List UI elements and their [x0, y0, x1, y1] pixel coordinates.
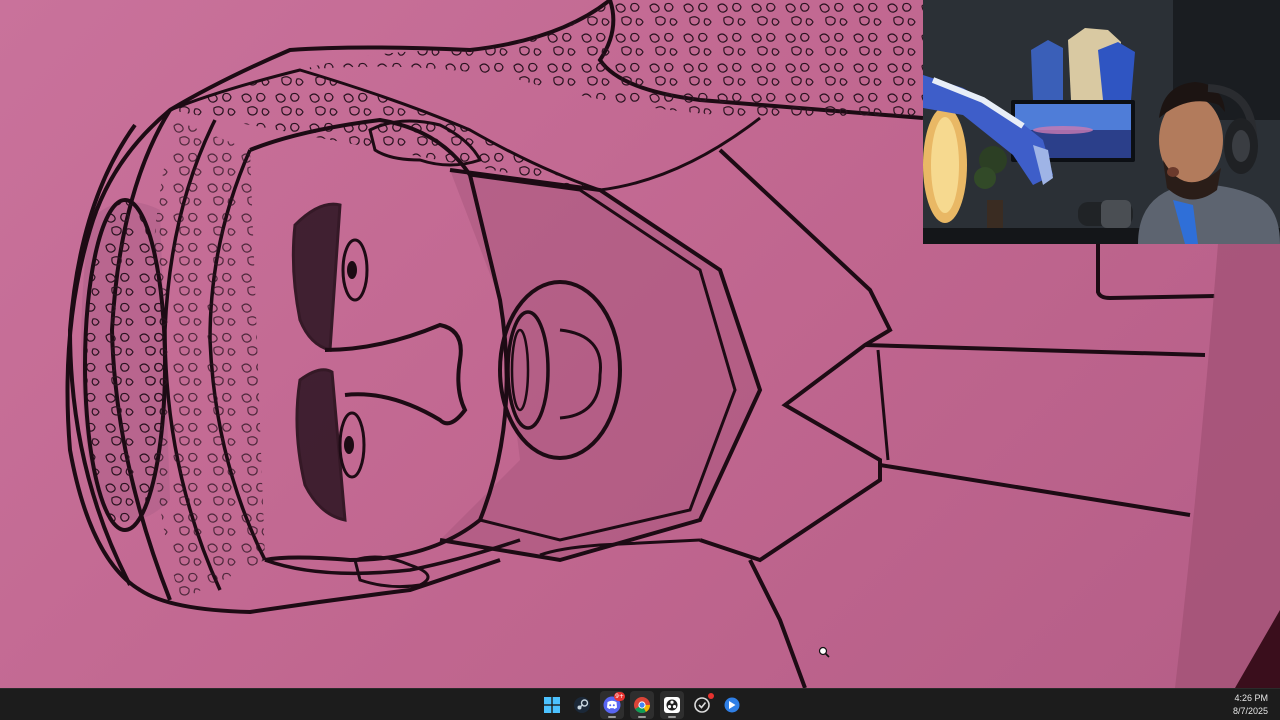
chrome-icon [634, 697, 650, 713]
taskbar-app-7-button[interactable] [720, 691, 744, 719]
system-clock[interactable]: 4:26 PM 8/7/2025 [1233, 692, 1268, 718]
taskbar: 9+ 4:26 PM 8/7/2025 [0, 688, 1280, 720]
steam-icon [574, 697, 590, 713]
taskbar-steam-button[interactable] [570, 691, 594, 719]
taskbar-chrome-button[interactable] [630, 691, 654, 719]
zoom-cursor-icon [818, 646, 830, 658]
clock-time: 4:26 PM [1234, 693, 1268, 703]
webcam-feed [923, 0, 1280, 244]
windows-logo-icon [544, 697, 560, 713]
app-icon [724, 697, 740, 713]
webcam-overlay [923, 0, 1280, 244]
app-icon [694, 697, 710, 713]
app-6-notification-dot [708, 693, 714, 699]
taskbar-discord-button[interactable]: 9+ [600, 691, 625, 719]
start-button[interactable] [540, 691, 564, 719]
clock-date: 8/7/2025 [1232, 706, 1268, 716]
discord-notification-badge: 9+ [614, 692, 625, 701]
taskbar-apps: 9+ [540, 689, 744, 720]
taskbar-app-6-button[interactable] [690, 691, 714, 719]
desktop-screen: 9+ 4:26 PM 8/7/2025 [0, 0, 1280, 720]
taskbar-obs-button[interactable] [660, 691, 684, 719]
obs-icon [664, 697, 680, 713]
